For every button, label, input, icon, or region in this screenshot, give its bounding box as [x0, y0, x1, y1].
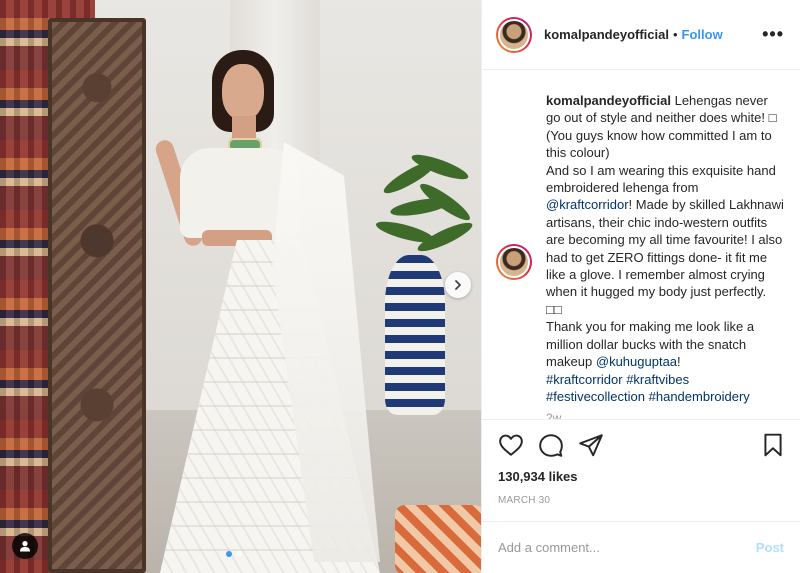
mention-kuhuguptaa[interactable]: @kuhuguptaa: [596, 354, 677, 369]
comment-bubble-icon[interactable]: [538, 432, 564, 458]
post-date[interactable]: MARCH 30: [482, 495, 800, 521]
likes-count[interactable]: 130,934 likes: [482, 469, 800, 491]
hashtags: #kraftcorridor #kraftvibes #festivecolle…: [546, 371, 784, 406]
post-comment-button[interactable]: Post: [756, 540, 784, 555]
hashtag-link[interactable]: #kraftcorridor: [546, 372, 623, 387]
caption-line-3: Thank you for making me look like a mill…: [546, 319, 755, 370]
carved-wood-panel: [48, 18, 146, 573]
user-icon: [20, 541, 30, 552]
caption-time: 2w: [546, 411, 562, 419]
caption-text: komalpandeyofficial Lehengas never go ou…: [546, 92, 784, 405]
more-options-icon[interactable]: •••: [762, 24, 784, 45]
post-photo[interactable]: [0, 0, 481, 573]
post-sidebar: komalpandeyofficial • Follow ••• komalpa…: [481, 0, 800, 573]
hashtag-link[interactable]: #handembroidery: [649, 389, 750, 404]
caption-avatar[interactable]: [496, 244, 532, 280]
instagram-post: komalpandeyofficial • Follow ••• komalpa…: [0, 0, 800, 573]
follow-button[interactable]: Follow: [682, 27, 723, 42]
heart-icon[interactable]: [498, 432, 524, 458]
hashtag-link[interactable]: #festivecollection: [546, 389, 645, 404]
carousel-indicator: [226, 551, 242, 557]
tagged-users-button[interactable]: [12, 533, 38, 559]
comment-box: Post: [482, 521, 800, 573]
header-separator: •: [672, 27, 678, 42]
next-slide-button[interactable]: [445, 272, 471, 298]
caption-username[interactable]: komalpandeyofficial: [546, 93, 671, 108]
blue-white-vase: [385, 255, 445, 415]
action-bar: [482, 419, 800, 469]
orange-pillow: [395, 505, 481, 573]
carousel-dot-active: [226, 551, 232, 557]
caption-line-2: And so I am wearing this exquisite hand …: [546, 162, 784, 317]
avatar[interactable]: [496, 16, 532, 53]
mention-kraftcorridor[interactable]: @kraftcorridor: [546, 197, 629, 212]
chevron-right-icon: [455, 280, 461, 290]
username-link[interactable]: komalpandeyofficial: [544, 27, 669, 42]
bookmark-icon[interactable]: [760, 432, 786, 458]
model-figure: [140, 50, 390, 573]
comments-area[interactable]: komalpandeyofficial Lehengas never go ou…: [482, 70, 800, 419]
paper-plane-icon[interactable]: [578, 432, 604, 458]
post-header: komalpandeyofficial • Follow •••: [482, 0, 800, 70]
carousel-dot: [236, 551, 242, 557]
caption: komalpandeyofficial Lehengas never go ou…: [496, 92, 784, 405]
hashtag-link[interactable]: #kraftvibes: [626, 372, 689, 387]
comment-input[interactable]: [498, 540, 756, 555]
